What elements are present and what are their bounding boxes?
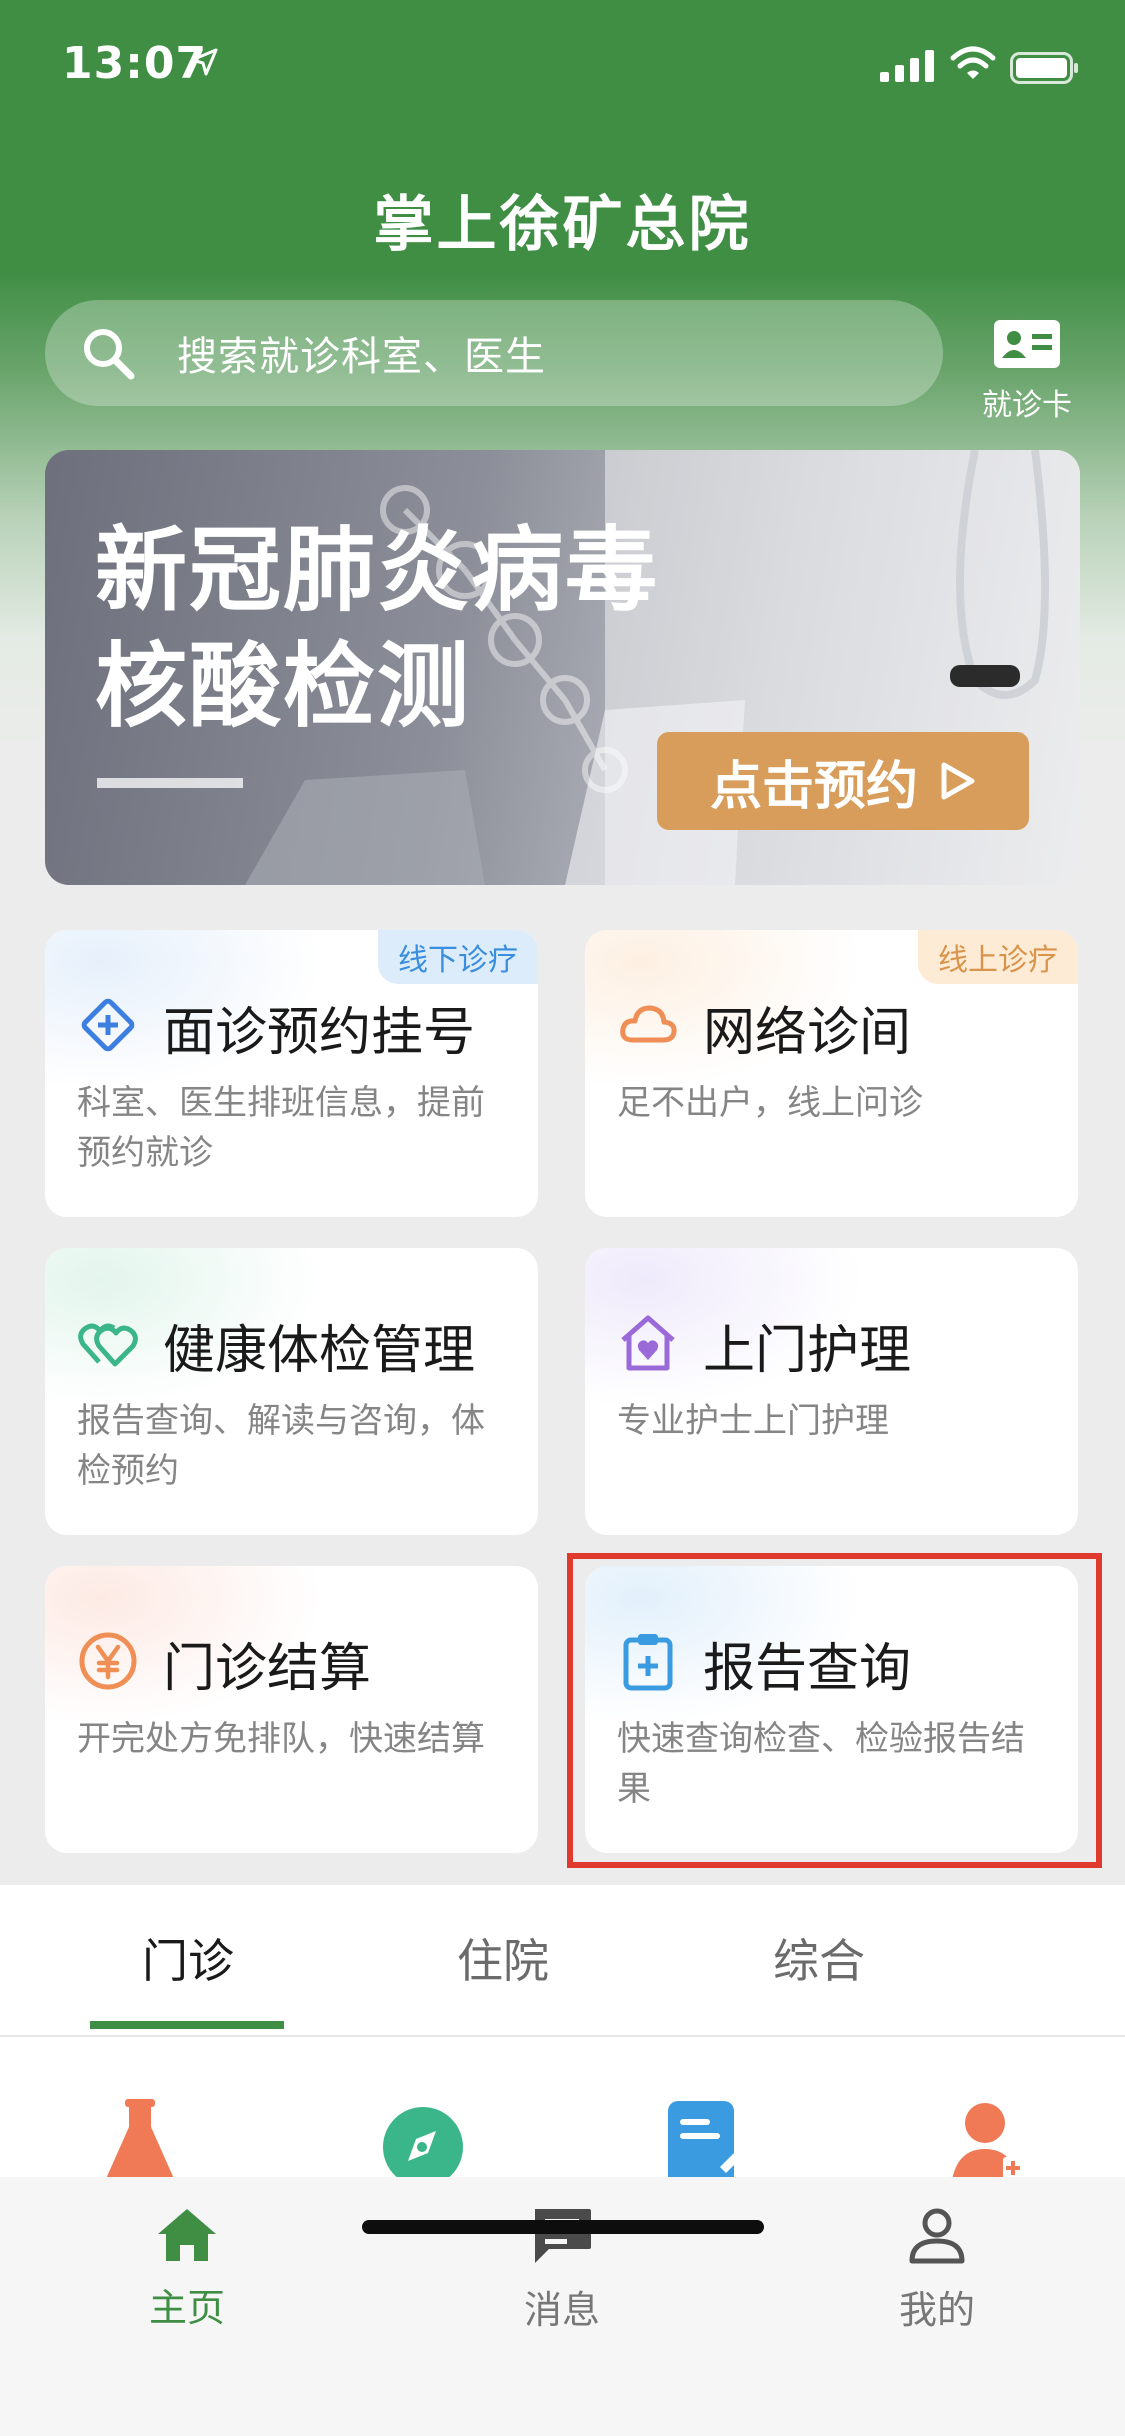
tile-description: 科室、医生排班信息，提前预约就诊 [77,1083,485,1173]
status-time: 13:07 [62,38,208,89]
search-icon [84,329,135,380]
tile-online-clinic[interactable]: 线上诊疗 网络诊间 足不出户，线上问诊 [585,930,1078,1217]
home-indicator [362,2220,764,2234]
highlight-box [567,1553,1102,1868]
nav-profile-label: 我的 [898,2288,975,2332]
medical-card-label: 就诊卡 [982,388,1072,423]
offline-tag: 线下诊疗 [378,930,538,984]
promo-banner[interactable]: 新冠肺炎病毒 核酸检测 点击预约 [45,450,1080,885]
hearts-icon [78,1323,138,1367]
tile-outpatient-billing[interactable]: 门诊结算 开完处方免排队，快速结算 [45,1566,538,1853]
tile-title: 上门护理 [703,1321,912,1381]
tile-appointment[interactable]: 线下诊疗 面诊预约挂号 科室、医生排班信息，提前预约就诊 [45,930,538,1217]
location-arrow-icon [190,48,218,76]
search-placeholder: 搜索就诊科室、医生 [177,334,546,380]
category-tabs: 门诊 住院 综合 [0,1885,1125,2037]
tile-title: 门诊结算 [163,1639,372,1699]
tab-general[interactable]: 综合 [773,1925,865,1991]
tile-description: 专业护士上门护理 [617,1401,889,1441]
user-icon [909,2208,965,2264]
nav-messages-label: 消息 [523,2288,600,2332]
battery-icon [1010,52,1078,84]
message-icon [535,2209,591,2263]
active-tab-underline [90,2021,284,2029]
home-icon [158,2209,216,2261]
quick-services-row [0,2037,1125,2187]
tile-description: 开完处方免排队，快速结算 [77,1719,485,1759]
tile-description: 足不出户，线上问诊 [617,1083,923,1123]
nav-home[interactable]: 主页 [87,2207,287,2332]
tile-title: 面诊预约挂号 [163,1003,476,1063]
app-title: 掌上徐矿总院 [373,190,752,260]
yen-icon [79,1632,137,1690]
medical-card-button[interactable]: 就诊卡 [975,318,1079,423]
online-tag: 线上诊疗 [918,930,1078,984]
nav-home-label: 主页 [148,2286,225,2330]
compass-icon[interactable] [378,2097,468,2187]
play-triangle-icon [941,762,975,800]
doctor-icon[interactable] [945,2097,1035,2187]
tile-description: 报告查询、解读与咨询，体检预约 [77,1401,485,1491]
home-heart-icon [621,1315,675,1371]
wifi-icon [950,46,996,79]
tab-inpatient[interactable]: 住院 [457,1925,549,1991]
tile-health-checkup[interactable]: 健康体检管理 报告查询、解读与咨询，体检预约 [45,1248,538,1535]
banner-divider [97,778,243,788]
book-now-label: 点击预约 [709,756,918,817]
flask-icon[interactable] [95,2097,185,2187]
tile-home-nursing[interactable]: 上门护理 专业护士上门护理 [585,1248,1078,1535]
tab-outpatient[interactable]: 门诊 [142,1925,234,1991]
bottom-navigation: 主页 消息 我的 [0,2177,1125,2436]
diamond-plus-icon [81,998,135,1052]
tile-title: 网络诊间 [703,1003,912,1063]
banner-title-line2: 核酸检测 [95,633,472,740]
document-edit-icon[interactable] [660,2097,750,2187]
id-card-icon [994,320,1060,368]
book-now-button[interactable]: 点击预约 [657,732,1029,830]
tile-title: 健康体检管理 [163,1321,476,1381]
cellular-signal-icon [880,50,934,82]
cloud-icon [620,1005,677,1043]
search-input[interactable]: 搜索就诊科室、医生 [45,300,943,406]
banner-title-line1: 新冠肺炎病毒 [95,517,660,624]
nav-profile[interactable]: 我的 [837,2207,1037,2334]
